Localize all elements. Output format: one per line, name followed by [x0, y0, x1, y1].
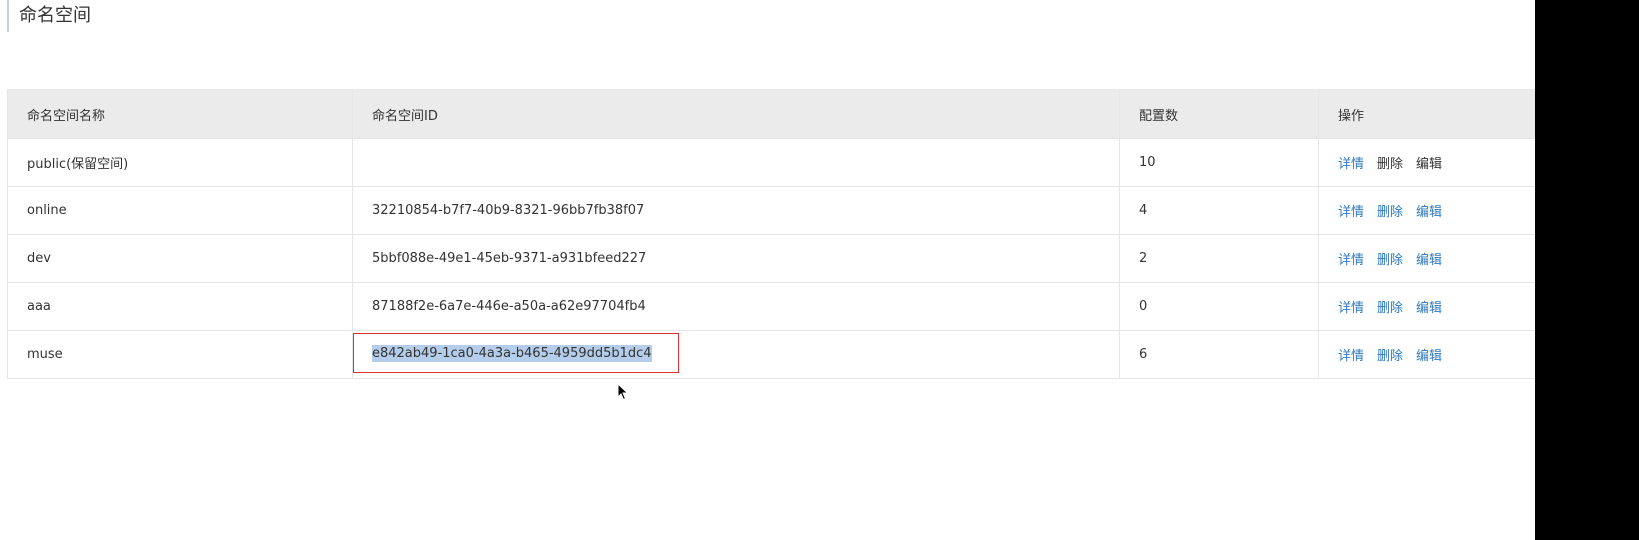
header-namespace-name: 命名空间名称 [7, 89, 353, 139]
window-edge [1535, 0, 1639, 540]
delete-link[interactable]: 删除 [1377, 349, 1403, 364]
cell-config-count: 0 [1119, 282, 1319, 331]
cell-namespace-id[interactable] [352, 138, 1120, 187]
detail-link[interactable]: 详情 [1338, 349, 1364, 364]
header-namespace-id: 命名空间ID [352, 89, 1120, 139]
cell-actions: 详情 删除 编辑 [1318, 282, 1536, 331]
detail-link[interactable]: 详情 [1338, 253, 1364, 268]
selected-namespace-id-text[interactable]: e842ab49-1ca0-4a3a-b465-4959dd5b1dc4 [372, 344, 652, 362]
namespace-table-container: 命名空间名称 命名空间ID 配置数 操作 public(保留空间) 10 详情删… [7, 89, 1536, 379]
cell-config-count: 6 [1119, 330, 1319, 379]
mouse-pointer-icon [617, 383, 629, 401]
cell-namespace-name: dev [7, 234, 353, 283]
edit-link[interactable]: 编辑 [1416, 301, 1442, 316]
edit-link[interactable]: 编辑 [1416, 253, 1442, 268]
delete-link[interactable]: 删除 [1377, 301, 1403, 316]
id-highlight-box[interactable]: e842ab49-1ca0-4a3a-b465-4959dd5b1dc4 [353, 333, 679, 373]
table-row: dev 5bbf088e-49e1-45eb-9371-a931bfeed227… [7, 234, 1536, 283]
cell-namespace-id[interactable]: e842ab49-1ca0-4a3a-b465-4959dd5b1dc4 [352, 330, 1120, 379]
page-header: 命名空间 [7, 0, 91, 32]
cell-namespace-id[interactable]: 87188f2e-6a7e-446e-a50a-a62e97704fb4 [352, 282, 1120, 331]
cell-actions: 详情 删除 编辑 [1318, 330, 1536, 379]
table-row: public(保留空间) 10 详情 删除 编辑 [7, 138, 1536, 187]
cell-actions: 详情 删除 编辑 [1318, 138, 1536, 187]
cell-config-count: 4 [1119, 186, 1319, 235]
table-row: online 32210854-b7f7-40b9-8321-96bb7fb38… [7, 186, 1536, 235]
page-title: 命名空间 [19, 5, 91, 26]
edit-link[interactable]: 编辑 [1416, 157, 1442, 172]
delete-link[interactable]: 删除 [1377, 253, 1403, 268]
cell-namespace-id[interactable]: 32210854-b7f7-40b9-8321-96bb7fb38f07 [352, 186, 1120, 235]
detail-link[interactable]: 详情 [1338, 301, 1364, 316]
edit-link[interactable]: 编辑 [1416, 205, 1442, 220]
header-actions: 操作 [1318, 89, 1536, 139]
cell-namespace-id[interactable]: 5bbf088e-49e1-45eb-9371-a931bfeed227 [352, 234, 1120, 283]
header-config-count: 配置数 [1119, 89, 1319, 139]
cell-namespace-name: muse [7, 330, 353, 379]
detail-link[interactable]: 详情 [1338, 205, 1364, 220]
cell-config-count: 10 [1119, 138, 1319, 187]
cell-actions: 详情 删除 编辑 [1318, 234, 1536, 283]
delete-link[interactable]: 删除 [1377, 205, 1403, 220]
edit-link[interactable]: 编辑 [1416, 349, 1442, 364]
detail-link[interactable]: 详情 [1338, 157, 1364, 172]
table-row: aaa 87188f2e-6a7e-446e-a50a-a62e97704fb4… [7, 282, 1536, 331]
namespace-table: 命名空间名称 命名空间ID 配置数 操作 public(保留空间) 10 详情删… [7, 89, 1536, 379]
table-row: muse e842ab49-1ca0-4a3a-b465-4959dd5b1dc… [7, 330, 1536, 379]
cell-actions: 详情 删除 编辑 [1318, 186, 1536, 235]
cell-namespace-name: online [7, 186, 353, 235]
cell-namespace-name: public(保留空间) [7, 138, 353, 187]
cell-config-count: 2 [1119, 234, 1319, 283]
cell-namespace-name: aaa [7, 282, 353, 331]
table-header-row: 命名空间名称 命名空间ID 配置数 操作 [7, 89, 1536, 139]
delete-link[interactable]: 删除 [1377, 157, 1403, 172]
